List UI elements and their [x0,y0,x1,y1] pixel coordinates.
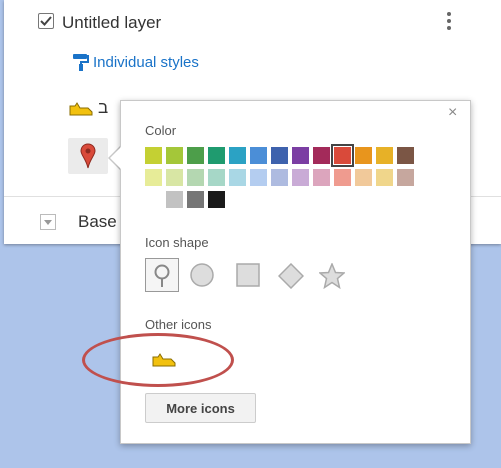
color-swatch[interactable] [271,169,288,186]
color-swatch[interactable] [187,191,204,208]
more-icons-button[interactable]: More icons [145,393,256,423]
individual-styles-link[interactable]: Individual styles [93,54,199,71]
color-label: Color [145,123,177,138]
pin-shape-icon[interactable] [145,258,179,292]
base-map-expand-icon[interactable] [40,214,56,230]
color-swatch[interactable] [166,169,183,186]
color-swatch[interactable] [334,169,351,186]
paint-roller-icon[interactable] [72,52,90,77]
color-swatch[interactable] [271,147,288,164]
color-swatch[interactable] [250,169,267,186]
feature-label-shoe[interactable]: ב [98,98,108,118]
color-swatch[interactable] [313,169,330,186]
color-swatch[interactable] [166,191,183,208]
icon-shape-label: Icon shape [145,235,209,250]
color-swatch[interactable] [376,169,393,186]
color-swatch[interactable] [355,147,372,164]
layer-visibility-checkbox[interactable] [38,13,54,29]
color-swatch[interactable] [229,147,246,164]
layer-options-icon[interactable] [439,9,459,37]
color-swatch[interactable] [292,147,309,164]
check-icon [40,16,52,26]
base-map-label[interactable]: Base [78,212,117,232]
color-swatch[interactable] [145,147,162,164]
color-swatch[interactable] [187,169,204,186]
style-popover: × Color Icon shape Other icons More icon… [120,100,471,444]
popover-arrow-inner [110,146,122,170]
star-shape-icon[interactable] [314,258,348,292]
color-swatch[interactable] [331,144,354,167]
annotation-ellipse [82,333,234,387]
color-swatch[interactable] [166,147,183,164]
color-swatch[interactable] [145,169,162,186]
square-shape-icon[interactable] [231,258,265,292]
circle-shape-icon[interactable] [185,258,219,292]
color-swatch[interactable] [187,147,204,164]
color-swatch[interactable] [313,147,330,164]
close-icon[interactable]: × [448,105,457,121]
color-swatch[interactable] [208,169,225,186]
color-swatch[interactable] [397,169,414,186]
color-swatch[interactable] [292,169,309,186]
red-pin-icon [80,143,96,169]
red-pin-style-button[interactable] [68,138,108,174]
color-swatch[interactable] [397,147,414,164]
other-icons-label: Other icons [145,317,212,332]
yellow-shoe-icon[interactable] [68,100,94,123]
color-swatch[interactable] [250,147,267,164]
color-swatch[interactable] [229,169,246,186]
diamond-shape-icon[interactable] [273,258,307,292]
color-swatch[interactable] [355,169,372,186]
color-swatch[interactable] [208,191,225,208]
color-swatch[interactable] [376,147,393,164]
layer-title[interactable]: Untitled layer [62,13,161,33]
color-swatch[interactable] [208,147,225,164]
